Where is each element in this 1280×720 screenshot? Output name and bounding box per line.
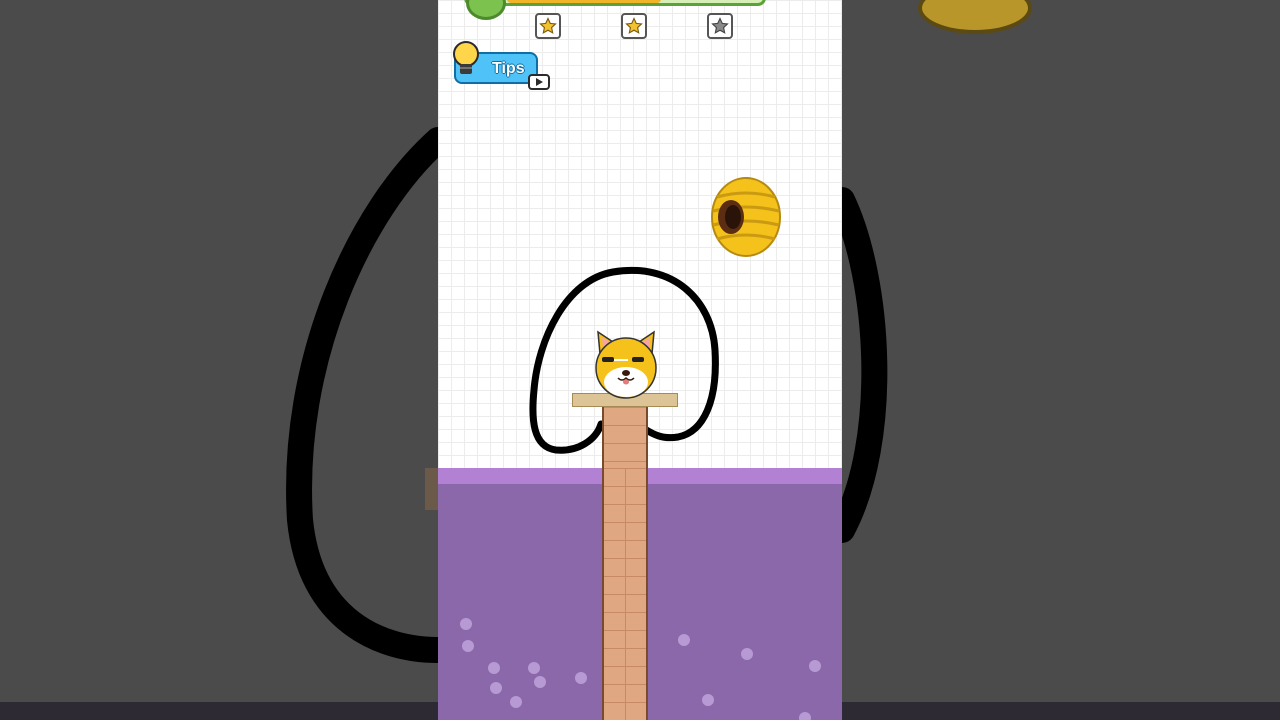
game-viewport[interactable]: Tips (438, 0, 842, 720)
bubble (490, 682, 502, 694)
bubble (741, 648, 753, 660)
bubble (510, 696, 522, 708)
bubble (460, 618, 472, 630)
bubble (575, 672, 587, 684)
bubble (678, 634, 690, 646)
bubble (534, 676, 546, 688)
bubble (488, 662, 500, 674)
bubble (528, 662, 540, 674)
bubble (702, 694, 714, 706)
brick-pillar-submerged (602, 468, 648, 720)
bubble (462, 640, 474, 652)
bubble (809, 660, 821, 672)
dog-icon[interactable] (592, 330, 660, 400)
bubble (799, 712, 811, 720)
